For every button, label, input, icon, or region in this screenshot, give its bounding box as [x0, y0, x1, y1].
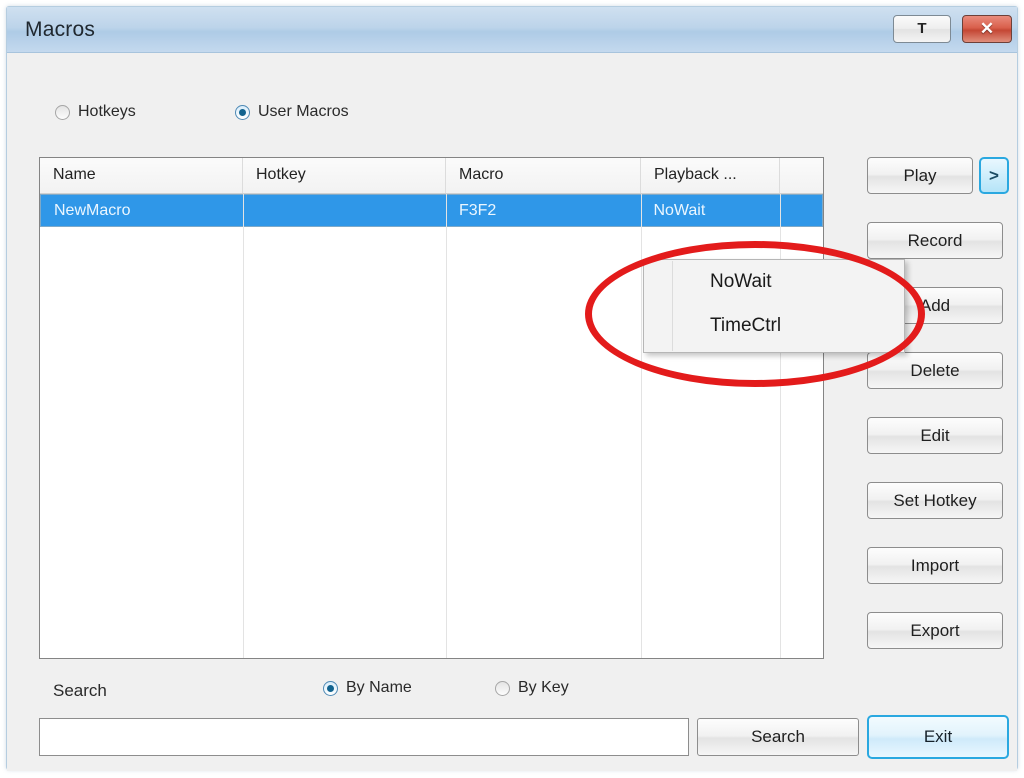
column-separator: [446, 194, 447, 658]
cell-playback: NoWait: [653, 201, 706, 219]
cell-name: NewMacro: [54, 201, 131, 219]
macro-list-header: Name Hotkey Macro Playback ...: [40, 158, 823, 194]
edit-button[interactable]: Edit: [867, 417, 1003, 454]
title-bar: Macros T ✕: [7, 7, 1017, 53]
search-label: Search: [53, 681, 107, 700]
column-header-hotkey[interactable]: Hotkey: [243, 158, 446, 193]
text-mode-button[interactable]: T: [893, 15, 951, 43]
dialog-body: Hotkeys User Macros Name Hotkey Macro Pl…: [7, 53, 1017, 771]
menu-item-timectrl[interactable]: TimeCtrl: [644, 304, 904, 348]
record-button[interactable]: Record: [867, 222, 1003, 259]
radio-dot-icon: [235, 104, 250, 120]
column-header-extra[interactable]: [780, 158, 823, 193]
search-input[interactable]: [39, 718, 689, 756]
table-row[interactable]: NewMacro F3F2 NoWait: [40, 194, 823, 227]
radio-by-key-label: By Key: [518, 679, 569, 696]
macros-dialog-window: Macros T ✕ Hotkeys User Macros Name Hotk…: [6, 6, 1018, 771]
column-header-playback[interactable]: Playback ...: [641, 158, 780, 193]
column-separator: [243, 194, 244, 658]
close-icon: ✕: [979, 19, 995, 38]
macro-list[interactable]: Name Hotkey Macro Playback ... NewMacro …: [39, 157, 824, 659]
menu-item-nowait[interactable]: NoWait: [644, 260, 904, 304]
radio-dot-icon: [55, 104, 70, 120]
playback-dropdown-menu[interactable]: NoWait TimeCtrl: [643, 259, 905, 353]
set-hotkey-button[interactable]: Set Hotkey: [867, 482, 1003, 519]
radio-dot-icon: [495, 680, 510, 696]
column-separator: [641, 194, 642, 658]
close-button[interactable]: ✕: [962, 15, 1012, 43]
delete-button[interactable]: Delete: [867, 352, 1003, 389]
radio-by-name-label: By Name: [346, 679, 412, 696]
play-button[interactable]: Play: [867, 157, 973, 194]
radio-by-key[interactable]: By Key: [495, 679, 569, 697]
radio-user-macros-label: User Macros: [258, 103, 349, 120]
radio-user-macros[interactable]: User Macros: [235, 103, 349, 121]
column-header-name[interactable]: Name: [40, 158, 243, 193]
cell-macro: F3F2: [458, 201, 497, 219]
window-title: Macros: [25, 18, 96, 41]
radio-by-name[interactable]: By Name: [323, 679, 412, 697]
column-header-macro[interactable]: Macro: [446, 158, 641, 193]
exit-button[interactable]: Exit: [867, 715, 1009, 759]
export-button[interactable]: Export: [867, 612, 1003, 649]
radio-hotkeys-label: Hotkeys: [78, 103, 136, 120]
import-button[interactable]: Import: [867, 547, 1003, 584]
radio-hotkeys[interactable]: Hotkeys: [55, 103, 136, 121]
play-options-button[interactable]: >: [979, 157, 1009, 194]
search-button[interactable]: Search: [697, 718, 859, 756]
radio-dot-icon: [323, 680, 338, 696]
